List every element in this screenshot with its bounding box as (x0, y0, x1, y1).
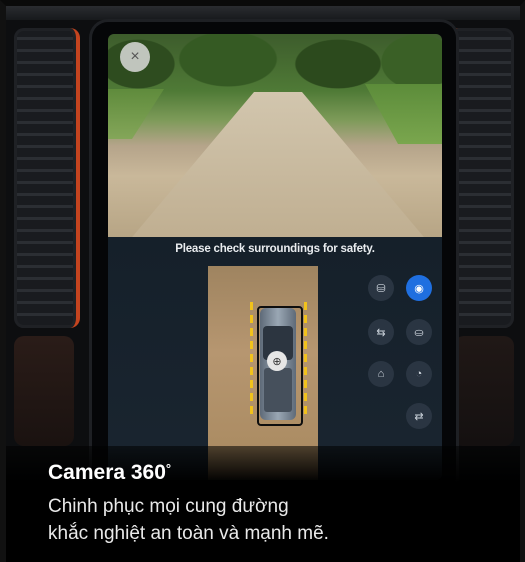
side-view-icon[interactable]: ⇆ (368, 319, 394, 345)
zoom-icon[interactable]: ⊕ (267, 351, 287, 371)
right-lower-panel (454, 336, 514, 446)
safety-message: Please check surroundings for safety. (175, 243, 375, 255)
dashboard-photo: × Please check surroundings for safety. … (0, 0, 525, 562)
caption-title-text: Camera 360 (48, 461, 166, 484)
wheel-view-icon[interactable]: ◔ (406, 361, 432, 387)
surround-view-icon[interactable]: ◉ (406, 275, 432, 301)
guide-line-left (250, 302, 253, 418)
guide-line-right (304, 302, 307, 418)
caption-title-degree: ° (165, 461, 172, 476)
left-air-vent (14, 28, 80, 328)
left-lower-panel (14, 336, 74, 446)
top-view-icon[interactable]: ⌂ (368, 361, 394, 387)
camera-controls-panel: Please check surroundings for safety. ⊕ … (108, 237, 442, 480)
dashboard-top (6, 6, 520, 20)
front-camera-view: × (108, 34, 442, 237)
caption-line-1: Chinh phục mọi cung đường (48, 496, 289, 517)
settings-icon[interactable]: ⇄ (406, 403, 432, 429)
infotainment-screen: × Please check surroundings for safety. … (108, 34, 442, 480)
front-view-icon[interactable]: ⛀ (406, 319, 432, 345)
right-air-vent (448, 28, 514, 328)
rear-view-icon[interactable]: ⛁ (368, 275, 394, 301)
close-icon[interactable]: × (120, 42, 150, 72)
caption-title: Camera 360° (48, 461, 171, 485)
vehicle-bed (264, 368, 292, 412)
caption-line-2: khắc nghiệt an toàn và mạnh mẽ. (48, 523, 329, 544)
